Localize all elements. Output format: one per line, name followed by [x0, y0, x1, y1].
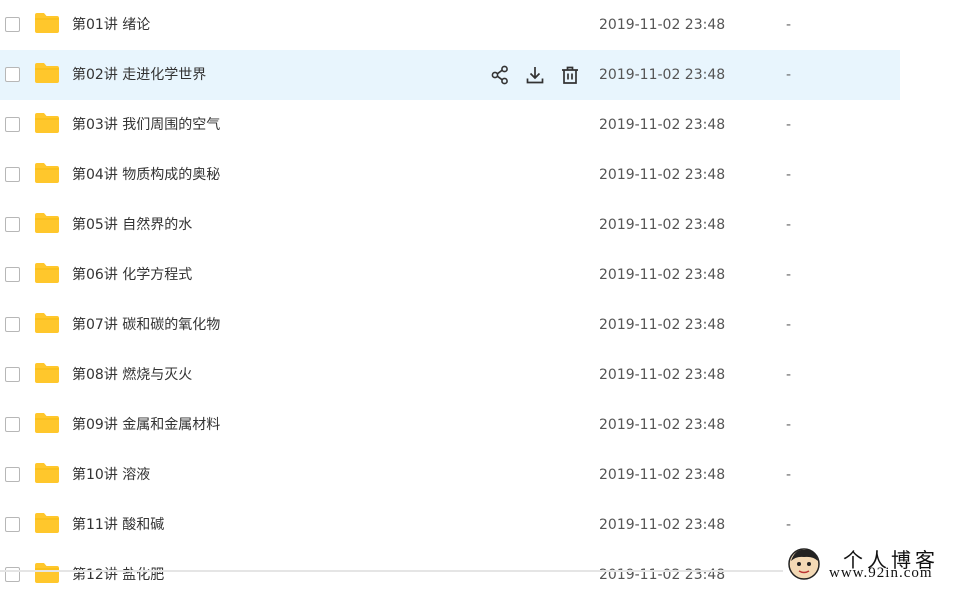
folder-icon	[34, 212, 60, 234]
folder-icon	[34, 12, 60, 34]
file-date: 2019-11-02 23:48	[599, 167, 726, 183]
file-date: 2019-11-02 23:48	[599, 67, 726, 83]
file-size: -	[786, 67, 792, 83]
folder-icon	[34, 412, 60, 434]
folder-icon	[34, 462, 60, 484]
file-name[interactable]: 第05讲 自然界的水	[72, 200, 192, 250]
download-icon[interactable]	[523, 63, 547, 87]
table-row[interactable]: 第03讲 我们周围的空气 2019-11-02 23:48 -	[0, 100, 900, 150]
file-name[interactable]: 第03讲 我们周围的空气	[72, 100, 220, 150]
file-size: -	[786, 417, 792, 433]
table-row[interactable]: 第12讲 盐化肥2019-11-02 23:48-	[0, 550, 900, 600]
file-date: 2019-11-02 23:48	[599, 267, 726, 283]
folder-icon	[34, 162, 60, 184]
file-name[interactable]: 第09讲 金属和金属材料	[72, 400, 220, 450]
table-row[interactable]: 第07讲 碳和碳的氧化物 2019-11-02 23:48 -	[0, 300, 900, 350]
row-checkbox[interactable]	[5, 517, 20, 532]
file-size: -	[786, 217, 792, 233]
file-date: 2019-11-02 23:48	[599, 517, 726, 533]
file-date: 2019-11-02 23:48	[599, 317, 726, 333]
file-date: 2019-11-02 23:48	[599, 417, 726, 433]
file-name[interactable]: 第10讲 溶液	[72, 450, 150, 500]
share-icon[interactable]	[488, 63, 512, 87]
file-size: -	[786, 367, 792, 383]
file-size: -	[786, 467, 792, 483]
row-checkbox[interactable]	[5, 217, 20, 232]
file-name[interactable]: 第04讲 物质构成的奥秘	[72, 150, 220, 200]
file-date: 2019-11-02 23:48	[599, 117, 726, 133]
table-row[interactable]: 第02讲 走进化学世界 2019-11-02 23:48 -	[0, 50, 900, 100]
file-date: 2019-11-02 23:48	[599, 467, 726, 483]
watermark-url: www.92in.com	[829, 565, 933, 581]
folder-icon	[34, 512, 60, 534]
folder-icon	[34, 262, 60, 284]
folder-icon	[34, 112, 60, 134]
file-size: -	[786, 517, 792, 533]
file-name[interactable]: 第02讲 走进化学世界	[72, 50, 206, 100]
row-checkbox[interactable]	[5, 167, 20, 182]
row-checkbox[interactable]	[5, 117, 20, 132]
table-row[interactable]: 第06讲 化学方程式 2019-11-02 23:48 -	[0, 250, 900, 300]
file-date: 2019-11-02 23:48	[599, 567, 726, 583]
row-checkbox[interactable]	[5, 17, 20, 32]
row-checkbox[interactable]	[5, 267, 20, 282]
folder-icon	[34, 312, 60, 334]
file-size: -	[786, 167, 792, 183]
row-checkbox[interactable]	[5, 417, 20, 432]
row-checkbox[interactable]	[5, 367, 20, 382]
table-row[interactable]: 第10讲 溶液 2019-11-02 23:48 -	[0, 450, 900, 500]
table-row[interactable]: 第04讲 物质构成的奥秘 2019-11-02 23:48 -	[0, 150, 900, 200]
table-row[interactable]: 第01讲 绪论 2019-11-02 23:48 -	[0, 0, 900, 50]
delete-icon[interactable]	[558, 63, 582, 87]
file-date: 2019-11-02 23:48	[599, 17, 726, 33]
file-name[interactable]: 第07讲 碳和碳的氧化物	[72, 300, 220, 350]
folder-icon	[34, 562, 60, 584]
watermark: 个人博客 www.92in.com	[783, 544, 978, 584]
file-name[interactable]: 第11讲 酸和碱	[72, 500, 164, 550]
table-row[interactable]: 第09讲 金属和金属材料 2019-11-02 23:48 -	[0, 400, 900, 450]
file-name[interactable]: 第06讲 化学方程式	[72, 250, 192, 300]
file-name[interactable]: 第01讲 绪论	[72, 0, 150, 50]
folder-icon	[34, 362, 60, 384]
table-row[interactable]: 第08讲 燃烧与灭火 2019-11-02 23:48 -	[0, 350, 900, 400]
file-name[interactable]: 第12讲 盐化肥	[72, 550, 164, 600]
file-size: -	[786, 117, 792, 133]
file-name[interactable]: 第08讲 燃烧与灭火	[72, 350, 192, 400]
file-size: -	[786, 317, 792, 333]
file-size: -	[786, 17, 792, 33]
row-checkbox[interactable]	[5, 467, 20, 482]
avatar-icon	[788, 548, 820, 580]
row-checkbox[interactable]	[5, 67, 20, 82]
file-date: 2019-11-02 23:48	[599, 367, 726, 383]
table-row[interactable]: 第11讲 酸和碱 2019-11-02 23:48 -	[0, 500, 900, 550]
folder-icon	[34, 62, 60, 84]
file-list: 第01讲 绪论 2019-11-02 23:48 - 第02讲 走进化学世界 2019-…	[0, 0, 900, 600]
table-row[interactable]: 第05讲 自然界的水 2019-11-02 23:48 -	[0, 200, 900, 250]
row-checkbox[interactable]	[5, 317, 20, 332]
file-date: 2019-11-02 23:48	[599, 217, 726, 233]
file-size: -	[786, 267, 792, 283]
